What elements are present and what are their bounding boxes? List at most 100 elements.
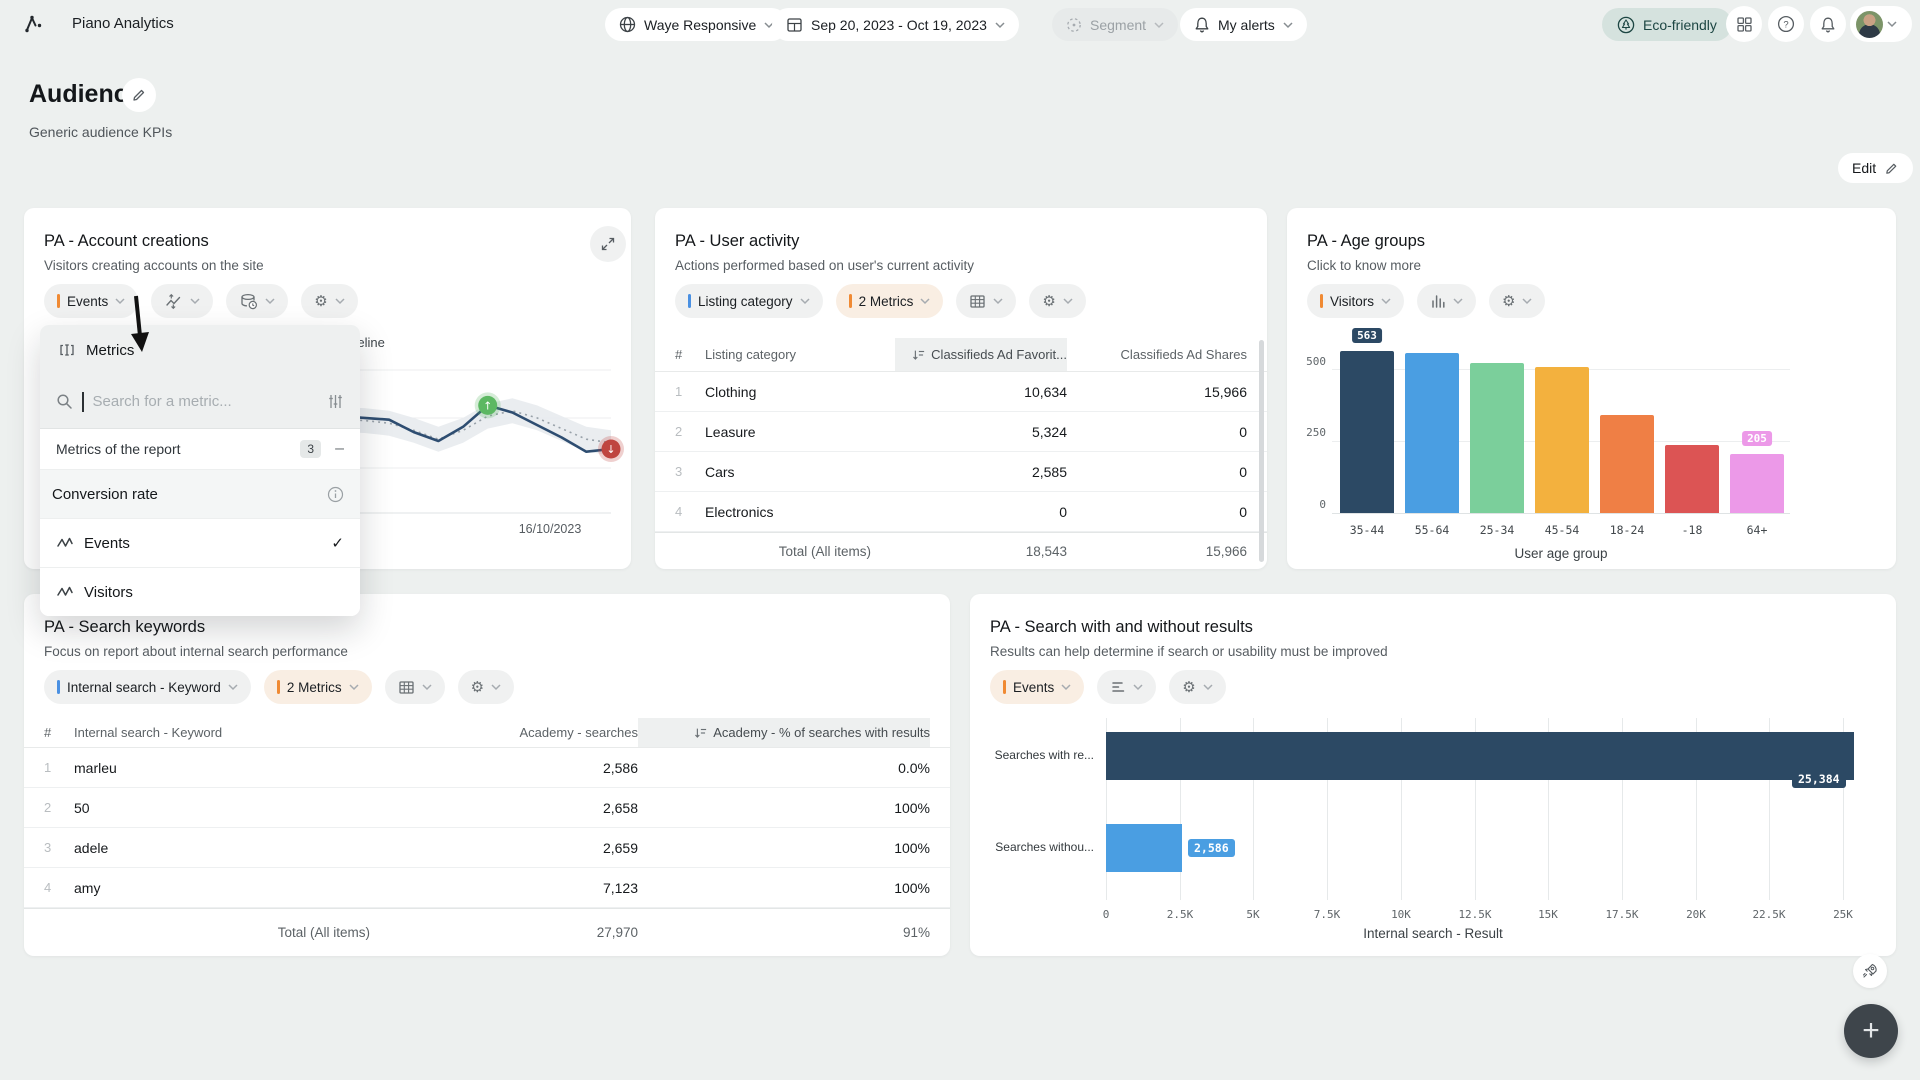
site-selector[interactable]: Waye Responsive: [605, 8, 788, 41]
widget-settings-pill[interactable]: ⚙: [301, 284, 357, 318]
chart-type-selector-pill[interactable]: [1097, 670, 1156, 704]
table-row[interactable]: 3 adele 2,659 100%: [24, 828, 950, 868]
segment-label: Segment: [1090, 17, 1146, 33]
chevron-down-icon: [1381, 298, 1391, 304]
check-icon: ✓: [331, 534, 344, 552]
column-header-sorted[interactable]: Academy - % of searches with results: [638, 718, 930, 747]
dimension-accent: [57, 680, 60, 694]
data-source-icon: [239, 292, 258, 311]
age-bar-35-44[interactable]: [1340, 351, 1394, 513]
calendar-icon: [786, 16, 803, 33]
table-row[interactable]: 2 50 2,658 100%: [24, 788, 950, 828]
column-header[interactable]: Internal search - Keyword: [74, 725, 394, 740]
globe-icon: [619, 16, 636, 33]
edit-dashboard-button[interactable]: Edit: [1838, 153, 1913, 183]
table-row[interactable]: 1 marleu 2,586 0.0%: [24, 748, 950, 788]
rename-dashboard-button[interactable]: [122, 78, 156, 112]
table-scrollbar[interactable]: [1259, 340, 1264, 562]
column-header[interactable]: #: [44, 725, 74, 740]
metric-selector-pill[interactable]: 2 Metrics: [264, 670, 372, 704]
table-row[interactable]: 1 Clothing 10,634 15,966: [655, 372, 1267, 412]
bar-value-label: 25,384: [1792, 770, 1846, 788]
widget-subtitle: Results can help determine if search or …: [990, 644, 1388, 659]
table-icon: [969, 293, 986, 310]
metric-selector-pill[interactable]: Visitors: [1307, 284, 1404, 318]
metric-accent: [1003, 680, 1006, 694]
dimension-selector-pill[interactable]: Internal search - Keyword: [44, 670, 251, 704]
user-menu[interactable]: [1850, 6, 1912, 42]
apps-grid-button[interactable]: [1726, 6, 1762, 42]
bar-category-label: Searches withou...: [978, 840, 1094, 854]
age-bar-64+[interactable]: [1730, 454, 1784, 513]
age-bar-45-54[interactable]: [1535, 367, 1589, 513]
text-cursor: [82, 392, 84, 412]
chevron-down-icon: [1522, 298, 1532, 304]
my-alerts[interactable]: My alerts: [1180, 8, 1307, 41]
info-icon[interactable]: [327, 486, 344, 503]
search-icon: [56, 393, 73, 410]
collapse-icon[interactable]: –: [335, 440, 344, 458]
widget-title: PA - Search with and without results: [990, 618, 1253, 637]
metric-selector-pill[interactable]: 2 Metrics: [836, 284, 944, 318]
chevron-down-icon: [190, 298, 200, 304]
chart-type-selector-pill[interactable]: [956, 284, 1016, 318]
plus-icon: +: [1862, 1014, 1880, 1048]
add-widget-button[interactable]: +: [1844, 1004, 1898, 1058]
column-header[interactable]: #: [675, 347, 705, 362]
segment-selector[interactable]: Segment: [1052, 8, 1178, 41]
assistant-button[interactable]: [1853, 954, 1887, 988]
table-row[interactable]: 4 Electronics 0 0: [655, 492, 1267, 532]
result-bar-0[interactable]: [1106, 732, 1854, 780]
date-range-label: Sep 20, 2023 - Oct 19, 2023: [811, 17, 987, 33]
page-subtitle: Generic audience KPIs: [29, 124, 172, 140]
metrics-of-report-section[interactable]: Metrics of the report 3 –: [40, 429, 360, 469]
filter-sliders-icon[interactable]: [327, 393, 344, 410]
column-header[interactable]: Listing category: [705, 347, 895, 362]
widget-settings-pill[interactable]: ⚙: [1169, 670, 1225, 704]
age-bar-18-24[interactable]: [1600, 415, 1654, 513]
eco-friendly-badge[interactable]: Eco-friendly: [1602, 8, 1732, 41]
widget-search-keywords: PA - Search keywords Focus on report abo…: [24, 594, 950, 956]
notifications-button[interactable]: [1810, 6, 1846, 42]
chart-type-selector-pill[interactable]: [151, 284, 213, 318]
chevron-down-icon: [1203, 684, 1213, 690]
dropdown-item-conversion-rate[interactable]: Conversion rate: [40, 469, 360, 518]
expand-widget-button[interactable]: [590, 226, 626, 262]
x-axis-title: User age group: [1332, 546, 1790, 561]
age-bar-55-64[interactable]: [1405, 353, 1459, 513]
metric-selector-pill[interactable]: Events: [990, 670, 1084, 704]
age-bar--18[interactable]: [1665, 445, 1719, 513]
metric-search-input[interactable]: [93, 393, 319, 410]
widget-settings-pill[interactable]: ⚙: [1489, 284, 1545, 318]
dropdown-item-visitors[interactable]: Visitors: [40, 567, 360, 616]
chart-type-selector-pill[interactable]: [385, 670, 445, 704]
gear-icon: ⚙: [1182, 680, 1195, 695]
chart-type-selector-pill[interactable]: [1417, 284, 1476, 318]
widget-settings-pill[interactable]: ⚙: [458, 670, 514, 704]
column-header[interactable]: Classifieds Ad Shares: [1067, 347, 1247, 362]
table-row[interactable]: 2 Leasure 5,324 0: [655, 412, 1267, 452]
y-axis-tick-label: 500: [1292, 355, 1326, 368]
eco-tree-icon: [1617, 16, 1635, 34]
dimension-selector-pill[interactable]: Listing category: [675, 284, 823, 318]
data-source-selector-pill[interactable]: [226, 284, 288, 318]
table-row[interactable]: 4 amy 7,123 100%: [24, 868, 950, 908]
result-bar-1[interactable]: [1106, 824, 1182, 872]
sort-desc-icon: [911, 348, 925, 362]
widget-settings-pill[interactable]: ⚙: [1029, 284, 1085, 318]
metric-line-icon: [56, 583, 74, 601]
chevron-down-icon: [995, 22, 1005, 28]
column-header-sorted[interactable]: Classifieds Ad Favorit...: [895, 338, 1067, 371]
dropdown-item-events[interactable]: Events ✓: [40, 518, 360, 567]
metric-line-icon: [56, 534, 74, 552]
gear-icon: ⚙: [1042, 294, 1055, 309]
column-header[interactable]: Academy - searches: [394, 725, 638, 740]
metric-search-row[interactable]: [40, 375, 360, 429]
chevron-down-icon: [335, 298, 345, 304]
age-bar-25-34[interactable]: [1470, 363, 1524, 513]
help-button[interactable]: ?: [1768, 6, 1804, 42]
table-row[interactable]: 3 Cars 2,585 0: [655, 452, 1267, 492]
metric-accent: [849, 294, 852, 308]
chevron-down-icon: [993, 298, 1003, 304]
date-range-selector[interactable]: Sep 20, 2023 - Oct 19, 2023: [772, 8, 1019, 41]
